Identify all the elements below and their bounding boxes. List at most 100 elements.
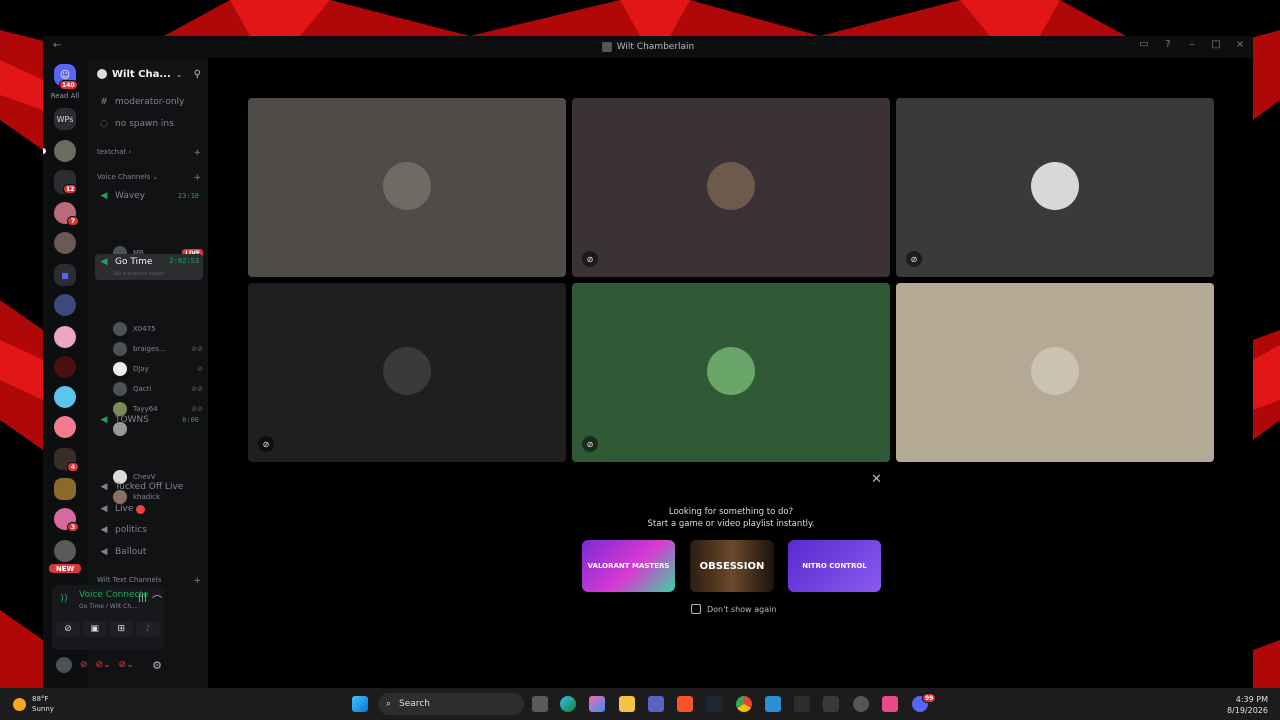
- server-icon[interactable]: [54, 140, 76, 162]
- avatar: [113, 382, 127, 396]
- voice-channel-towns[interactable]: ◀ TOWNS 0:00: [95, 411, 203, 429]
- voice-channel-politics[interactable]: ◀ politics: [95, 521, 203, 539]
- logitech-icon[interactable]: [794, 696, 810, 712]
- camera-off-button[interactable]: ⊘: [56, 621, 80, 637]
- voice-user[interactable]: braiges... ⊘⊘: [113, 341, 203, 357]
- server-header[interactable]: Wilt Cha... ⌄ ⚲: [91, 58, 207, 90]
- help-icon[interactable]: ?: [1161, 39, 1175, 50]
- gear-icon[interactable]: ⚙: [152, 659, 162, 672]
- category-textchat[interactable]: textchat › +: [97, 148, 201, 158]
- video-tile[interactable]: ⊘: [896, 98, 1214, 277]
- server-icon[interactable]: [54, 478, 76, 500]
- server-badge: 12: [63, 184, 78, 194]
- chrome-icon[interactable]: [736, 696, 752, 712]
- channel-avatar-icon: [601, 42, 612, 52]
- back-arrow-icon[interactable]: ←: [53, 40, 61, 51]
- checkbox[interactable]: [691, 604, 701, 614]
- camera-muted-icon[interactable]: ⊘: [80, 660, 88, 670]
- copilot-icon[interactable]: [589, 696, 605, 712]
- channel-moderator-only[interactable]: # moderator-only: [95, 93, 203, 111]
- hash-icon: #: [100, 97, 108, 107]
- close-window-button[interactable]: ×: [1233, 39, 1247, 50]
- settings-icon[interactable]: [853, 696, 869, 712]
- edge-icon[interactable]: [560, 696, 576, 712]
- avatar[interactable]: [56, 657, 72, 673]
- activities-button[interactable]: ⊞: [109, 621, 134, 637]
- voice-channel-tucked-off-live[interactable]: ◀ Tucked Off Live: [95, 478, 203, 496]
- dont-show-again-checkbox[interactable]: Don't show again: [691, 604, 776, 614]
- speaker-icon: ◀: [100, 482, 108, 492]
- start-button[interactable]: [352, 696, 368, 712]
- voice-channel-ballout[interactable]: ◀ Ballout: [95, 543, 203, 561]
- inbox-icon[interactable]: ▭: [1137, 39, 1151, 50]
- speaker-icon: ◀: [100, 191, 108, 201]
- activity-card-nitro-control[interactable]: NITRO CONTROL: [788, 540, 881, 592]
- noise-suppression-icon[interactable]: |||: [138, 593, 147, 603]
- muted-icon: ⊘⊘: [191, 345, 203, 353]
- server-icon[interactable]: [54, 232, 76, 254]
- activity-card-valorant[interactable]: VALORANT MASTERS: [582, 540, 675, 592]
- server-badge: 4: [67, 462, 79, 472]
- category-voice-channels[interactable]: Voice Channels ⌄ +: [97, 173, 201, 183]
- voice-user[interactable]: Qacti ⊘⊘: [113, 381, 203, 397]
- activity-card-obsession[interactable]: OBSESSION: [690, 540, 774, 592]
- channel-status[interactable]: Set a channel status: [113, 271, 164, 277]
- server-icon[interactable]: [54, 326, 76, 348]
- server-badge: 3: [67, 522, 79, 532]
- minimize-button[interactable]: –: [1185, 39, 1199, 50]
- window-title: Wilt Chamberlain: [616, 42, 695, 52]
- speaker-icon: ◀: [100, 504, 108, 514]
- soundboard-button[interactable]: ♪: [135, 621, 160, 637]
- task-view-icon[interactable]: [532, 696, 548, 712]
- video-tile[interactable]: [248, 98, 566, 277]
- avatar: [1031, 162, 1079, 210]
- mic-muted-icon[interactable]: ⊘⌄: [96, 660, 111, 670]
- mic-muted-icon: ⊘: [582, 436, 598, 452]
- server-icon[interactable]: [54, 386, 76, 408]
- voice-connected-subtitle[interactable]: Go Time / Wilt Ch...: [79, 603, 137, 610]
- voice-user[interactable]: DJay ⊘: [113, 361, 203, 377]
- close-activity-prompt-icon[interactable]: ✕: [871, 472, 882, 487]
- server-icon[interactable]: [54, 356, 76, 378]
- muted-icon: ⊘⊘: [191, 385, 203, 393]
- video-tile[interactable]: ⊘: [572, 283, 890, 462]
- voice-channel-wavey[interactable]: ◀ Wavey 23:10: [95, 187, 203, 205]
- maximize-button[interactable]: □: [1209, 39, 1223, 50]
- server-icon[interactable]: [54, 540, 76, 562]
- add-channel-icon[interactable]: +: [193, 173, 201, 183]
- channel-no-spawn-ins[interactable]: ◌ no spawn ins: [95, 115, 203, 133]
- app-icon[interactable]: [882, 696, 898, 712]
- file-explorer-icon[interactable]: [619, 696, 635, 712]
- voice-connected-panel: )) Voice Connecte Go Time / Wilt Ch... |…: [52, 585, 164, 650]
- video-tile[interactable]: ⊘: [572, 98, 890, 277]
- deafened-icon: ⊘: [197, 365, 203, 373]
- xbox-icon[interactable]: [823, 696, 839, 712]
- system-clock[interactable]: 4:39 PM 8/19/2026: [1227, 694, 1268, 716]
- discord-badge: 99: [922, 693, 937, 703]
- steam-icon[interactable]: [706, 696, 722, 712]
- server-wps[interactable]: WPs: [54, 108, 76, 130]
- brave-icon[interactable]: [677, 696, 693, 712]
- add-channel-icon[interactable]: +: [193, 576, 201, 586]
- server-icon[interactable]: [54, 294, 76, 316]
- voice-user[interactable]: X0475: [113, 321, 203, 337]
- disconnect-icon[interactable]: ⌒: [152, 592, 162, 607]
- voice-channel-live[interactable]: ◀ Live: [95, 500, 203, 518]
- screen-share-button[interactable]: ▣: [82, 621, 107, 637]
- headphones-deafened-icon[interactable]: ⊘⌄: [119, 660, 134, 670]
- photos-icon[interactable]: [765, 696, 781, 712]
- avatar: [1031, 347, 1079, 395]
- invite-people-icon[interactable]: ⚲: [194, 69, 201, 80]
- server-icon[interactable]: ■: [54, 264, 76, 286]
- read-all-button[interactable]: Read All: [43, 92, 87, 100]
- weather-widget[interactable]: 88°F Sunny: [13, 694, 54, 714]
- video-tile[interactable]: ⊘: [248, 283, 566, 462]
- search-box[interactable]: ⌕ Search: [378, 693, 524, 715]
- mic-muted-icon: ⊘: [582, 251, 598, 267]
- speaker-icon: ◀: [100, 415, 108, 425]
- avatar: [113, 342, 127, 356]
- teams-icon[interactable]: [648, 696, 664, 712]
- video-tile[interactable]: [896, 283, 1214, 462]
- add-channel-icon[interactable]: +: [193, 148, 201, 158]
- server-icon[interactable]: [54, 416, 76, 438]
